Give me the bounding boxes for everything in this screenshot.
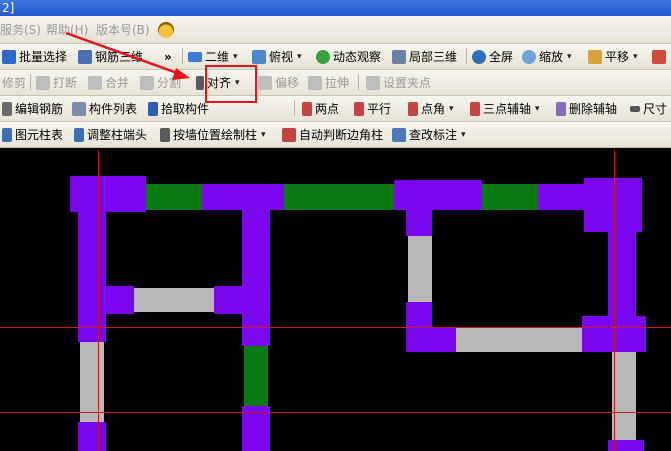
annotation-arrow — [65, 31, 190, 80]
align-highlight-box — [205, 65, 257, 103]
